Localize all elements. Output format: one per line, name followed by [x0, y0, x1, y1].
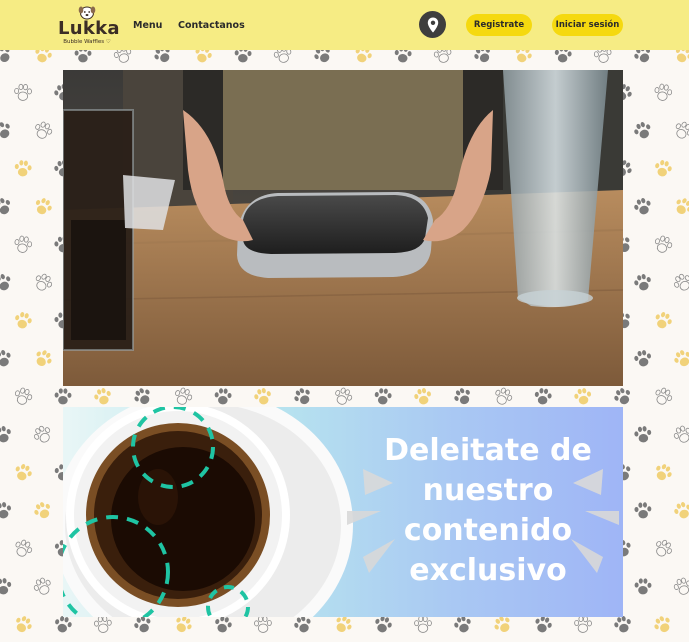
paw-print-icon — [570, 384, 595, 409]
paw-print-icon — [668, 420, 689, 449]
map-pin-icon — [427, 17, 438, 32]
exclusive-content-banner[interactable]: Deleitate de nuestro contenido exclusivo — [63, 407, 623, 617]
paw-print-icon — [8, 534, 37, 563]
paw-print-icon — [430, 50, 456, 68]
paw-print-icon — [668, 50, 689, 70]
paw-print-icon — [648, 458, 678, 488]
paw-print-icon — [648, 534, 679, 565]
paw-print-icon — [231, 50, 254, 67]
paw-print-icon — [9, 459, 38, 488]
paw-print-icon — [72, 50, 94, 66]
paw-print-icon — [590, 50, 615, 68]
paw-print-icon — [10, 308, 37, 335]
paw-print-icon — [508, 50, 537, 70]
paw-print-icon — [29, 117, 58, 146]
paw-print-icon — [189, 50, 217, 69]
hero-video-frame — [63, 70, 623, 386]
paw-print-icon — [29, 50, 57, 69]
paw-print-icon — [531, 385, 556, 410]
paw-print-icon — [631, 423, 656, 448]
paw-print-icon — [349, 50, 378, 69]
register-button[interactable]: Registrate — [466, 14, 532, 36]
paw-print-icon — [28, 572, 57, 601]
paw-print-icon — [28, 268, 58, 298]
location-button[interactable] — [419, 11, 446, 38]
hero-video[interactable] — [63, 70, 623, 386]
paw-print-icon — [668, 344, 689, 374]
brand-tagline: Bubble Waffles ♡ — [63, 39, 111, 45]
banner-headline: Deleitate de nuestro contenido exclusivo — [363, 431, 613, 591]
paw-print-icon — [11, 157, 35, 181]
banner-line: nuestro — [422, 473, 554, 508]
paw-print-icon — [632, 576, 654, 598]
paw-print-icon — [668, 192, 689, 223]
paw-print-icon — [270, 50, 297, 68]
paw-print-icon — [0, 116, 18, 146]
paw-print-icon — [630, 270, 657, 297]
paw-print-icon — [10, 232, 35, 257]
paw-print-icon — [631, 499, 654, 522]
paw-print-icon — [650, 80, 675, 105]
paw-print-icon — [669, 497, 689, 525]
paw-print-icon — [52, 386, 74, 408]
paw-print-icon — [12, 82, 35, 105]
banner-line: contenido — [403, 513, 573, 548]
banner-line: exclusivo — [409, 553, 567, 588]
paw-print-icon — [551, 50, 576, 67]
paw-print-icon — [28, 344, 59, 375]
paw-print-icon — [468, 50, 498, 70]
paw-print-icon — [0, 498, 16, 524]
paw-print-icon — [109, 50, 136, 69]
paw-print-icon — [148, 50, 178, 70]
paw-print-icon — [629, 117, 658, 146]
paw-print-icon — [650, 156, 677, 183]
top-navbar: Lukka Bubble Waffles ♡ Menu Contactanos … — [0, 0, 689, 50]
paw-print-icon — [252, 614, 275, 637]
paw-print-icon — [0, 575, 15, 600]
paw-print-icon — [211, 385, 234, 408]
paw-print-icon — [308, 50, 338, 70]
paw-print-icon — [391, 50, 415, 67]
paw-print-icon — [648, 382, 677, 411]
nav-link-menu[interactable]: Menu — [133, 20, 162, 31]
paw-print-icon — [28, 192, 57, 221]
paw-print-icon — [0, 422, 16, 449]
paw-print-icon — [9, 383, 37, 411]
paw-print-icon — [669, 573, 689, 600]
paw-print-icon — [28, 420, 58, 450]
paw-print-icon — [649, 307, 678, 336]
paw-print-icon — [668, 116, 689, 146]
paw-print-icon — [648, 610, 678, 640]
banner-line: Deleitate de — [384, 433, 592, 468]
brand-logo[interactable]: Lukka Bubble Waffles ♡ — [58, 4, 120, 48]
paw-print-icon — [629, 193, 657, 221]
brand-name: Lukka — [58, 18, 120, 39]
paw-print-icon — [0, 269, 17, 298]
login-button[interactable]: Iniciar sesión — [552, 14, 623, 36]
paw-print-icon — [371, 385, 395, 409]
paw-print-icon — [8, 610, 38, 640]
paw-print-icon — [628, 50, 658, 70]
paw-print-icon — [0, 50, 18, 70]
paw-print-icon — [668, 268, 689, 298]
paw-print-icon — [630, 346, 656, 372]
paw-print-icon — [0, 345, 17, 373]
paw-print-icon — [649, 231, 677, 259]
paw-print-icon — [572, 614, 595, 637]
paw-print-icon — [28, 496, 58, 526]
paw-print-icon — [0, 192, 18, 222]
paw-print-icon — [412, 614, 434, 636]
nav-link-contactanos[interactable]: Contactanos — [178, 20, 245, 31]
